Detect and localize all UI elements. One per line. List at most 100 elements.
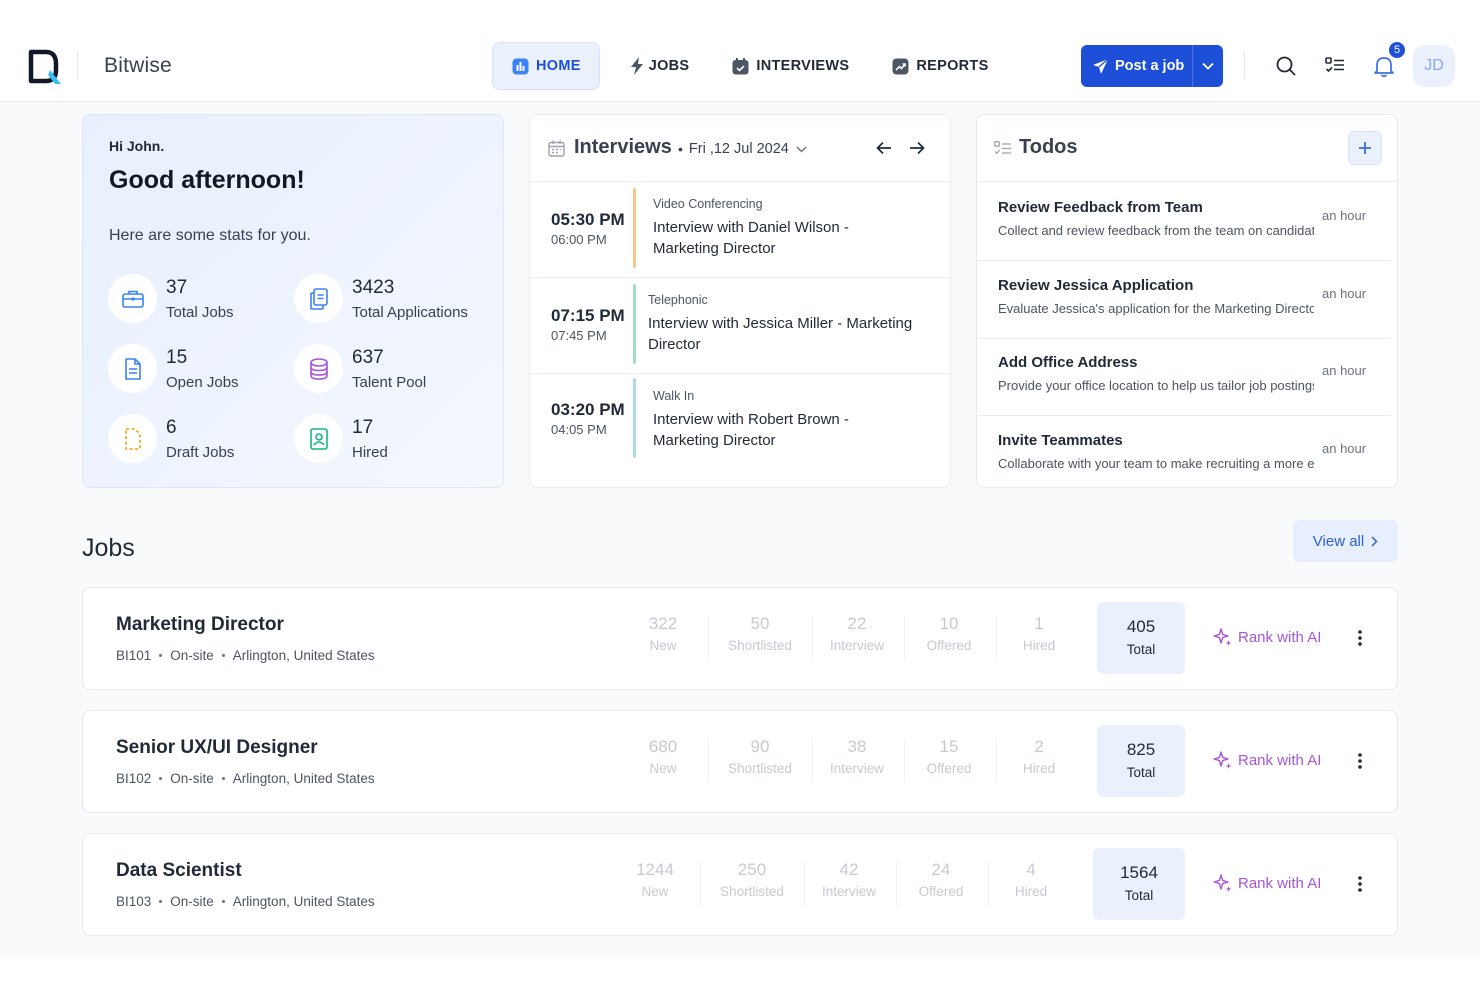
- stat-divider: [804, 862, 805, 906]
- interview-name: Interview with Jessica Miller - Marketin…: [648, 315, 913, 353]
- stat-value: 15: [166, 347, 188, 368]
- brand-name: Bitwise: [104, 54, 172, 77]
- job-meta: BI102 On-site Arlington, United States: [116, 771, 375, 786]
- separator-dot: [159, 654, 163, 657]
- search-icon[interactable]: [1274, 54, 1298, 78]
- post-job-dropdown[interactable]: [1193, 45, 1223, 87]
- stat-value: 637: [352, 347, 384, 368]
- job-card[interactable]: Marketing Director BI101 On-site Arlingt…: [82, 587, 1398, 690]
- stat-divider: [988, 862, 989, 906]
- job-stat-interview[interactable]: 42 Interview: [809, 860, 889, 899]
- stat-value: 680: [648, 737, 678, 756]
- stat-value: 42: [839, 860, 859, 879]
- more-options-icon[interactable]: [1348, 872, 1372, 896]
- interview-type: Telephonic: [648, 293, 708, 307]
- nav-jobs[interactable]: JOBS: [612, 42, 706, 90]
- interview-color-bar: [633, 284, 636, 364]
- nav-jobs-label: JOBS: [648, 58, 690, 74]
- job-stat-offered[interactable]: 10 Offered: [909, 614, 989, 653]
- interview-type: Video Conferencing: [653, 197, 763, 211]
- rank-with-ai-button[interactable]: Rank with AI: [1213, 873, 1321, 893]
- job-title[interactable]: Senior UX/UI Designer: [116, 737, 318, 759]
- stat-divider: [896, 862, 897, 906]
- interview-item[interactable]: 03:20 PM 04:05 PM Walk In Interview with…: [530, 374, 950, 470]
- interview-color-bar: [633, 188, 636, 268]
- job-total[interactable]: 405 Total: [1097, 602, 1185, 674]
- rank-label: Rank with AI: [1238, 874, 1322, 892]
- job-stat-shortlisted[interactable]: 250 Shortlisted: [705, 860, 799, 899]
- todo-item[interactable]: Review Jessica Application Evaluate Jess…: [977, 261, 1391, 339]
- stat-total-jobs: 37 Total Jobs: [108, 274, 234, 323]
- job-title[interactable]: Marketing Director: [116, 614, 284, 636]
- nav-interviews[interactable]: INTERVIEWS: [715, 42, 865, 90]
- job-stat-offered[interactable]: 15 Offered: [909, 737, 989, 776]
- job-stat-interview[interactable]: 22 Interview: [817, 614, 897, 653]
- stat-divider: [904, 616, 905, 660]
- job-stat-offered[interactable]: 24 Offered: [901, 860, 981, 899]
- stat-divider: [708, 739, 709, 783]
- stat-value: 10: [939, 614, 959, 633]
- total-label: Total: [1126, 642, 1156, 657]
- nav-reports[interactable]: REPORTS: [875, 42, 1004, 90]
- job-total[interactable]: 825 Total: [1097, 725, 1185, 797]
- job-stat-interview[interactable]: 38 Interview: [817, 737, 897, 776]
- stat-value: 4: [1026, 860, 1036, 879]
- todo-item[interactable]: Invite Teammates Collaborate with your t…: [977, 416, 1391, 494]
- stat-value: 50: [750, 614, 770, 633]
- add-todo-button[interactable]: [1348, 131, 1382, 165]
- rank-with-ai-button[interactable]: Rank with AI: [1213, 750, 1321, 770]
- calendar-icon: [548, 140, 565, 162]
- calendar-check-icon: [731, 57, 749, 75]
- more-options-icon[interactable]: [1348, 749, 1372, 773]
- job-card[interactable]: Data Scientist BI103 On-site Arlington, …: [82, 833, 1398, 936]
- job-total[interactable]: 1564 Total: [1093, 848, 1185, 920]
- stat-label: New: [641, 884, 669, 899]
- todo-item[interactable]: Review Feedback from Team Collect and re…: [977, 183, 1391, 261]
- stat-value: 250: [737, 860, 767, 879]
- sparkle-icon: [1213, 628, 1232, 646]
- rank-label: Rank with AI: [1238, 751, 1322, 769]
- nav-home[interactable]: HOME: [492, 42, 600, 90]
- rank-label: Rank with AI: [1238, 628, 1322, 646]
- todo-description: Collaborate with your team to make recru…: [998, 456, 1314, 471]
- stat-divider: [700, 862, 701, 906]
- job-location: Arlington, United States: [232, 894, 375, 909]
- stat-value: 2: [1034, 737, 1044, 756]
- post-job-main[interactable]: Post a job: [1081, 45, 1192, 87]
- stat-label: New: [649, 638, 677, 653]
- interview-item[interactable]: 05:30 PM 06:00 PM Video Conferencing Int…: [530, 182, 950, 278]
- logo-icon[interactable]: [28, 48, 64, 86]
- stat-value: 3423: [352, 277, 395, 298]
- todo-time: an hour: [1322, 441, 1367, 456]
- job-stat-new[interactable]: 1244 New: [615, 860, 695, 899]
- view-all-button[interactable]: View all: [1293, 520, 1398, 562]
- rank-with-ai-button[interactable]: Rank with AI: [1213, 627, 1321, 647]
- more-options-icon[interactable]: [1348, 626, 1372, 650]
- checklist-icon[interactable]: [1323, 54, 1347, 78]
- todo-title: Review Jessica Application: [998, 277, 1194, 294]
- todo-item[interactable]: Add Office Address Provide your office l…: [977, 338, 1391, 416]
- job-stat-new[interactable]: 322 New: [623, 614, 703, 653]
- todos-title: Todos: [1019, 136, 1078, 158]
- arrow-left-icon[interactable]: [876, 140, 892, 161]
- job-stat-shortlisted[interactable]: 90 Shortlisted: [713, 737, 807, 776]
- job-stat-shortlisted[interactable]: 50 Shortlisted: [713, 614, 807, 653]
- interviews-date-select[interactable]: • Fri ,12 Jul 2024: [678, 141, 807, 157]
- stat-value: 1244: [636, 860, 674, 879]
- job-stat-hired[interactable]: 2 Hired: [1001, 737, 1077, 776]
- job-stat-hired[interactable]: 4 Hired: [993, 860, 1069, 899]
- job-stat-hired[interactable]: 1 Hired: [1001, 614, 1077, 653]
- arrow-right-icon[interactable]: [909, 140, 925, 161]
- post-job-button[interactable]: Post a job: [1081, 45, 1223, 87]
- stat-divider: [904, 739, 905, 783]
- interviews-header: Interviews • Fri ,12 Jul 2024: [530, 115, 950, 182]
- stat-value: 37: [166, 277, 188, 298]
- avatar[interactable]: JD: [1413, 45, 1455, 87]
- job-id: BI103: [116, 894, 152, 909]
- job-title[interactable]: Data Scientist: [116, 860, 242, 882]
- job-stat-new[interactable]: 680 New: [623, 737, 703, 776]
- stat-divider: [708, 616, 709, 660]
- interview-item[interactable]: 07:15 PM 07:45 PM Telephonic Interview w…: [530, 278, 950, 374]
- job-card[interactable]: Senior UX/UI Designer BI102 On-site Arli…: [82, 710, 1398, 813]
- job-mode: On-site: [170, 771, 214, 786]
